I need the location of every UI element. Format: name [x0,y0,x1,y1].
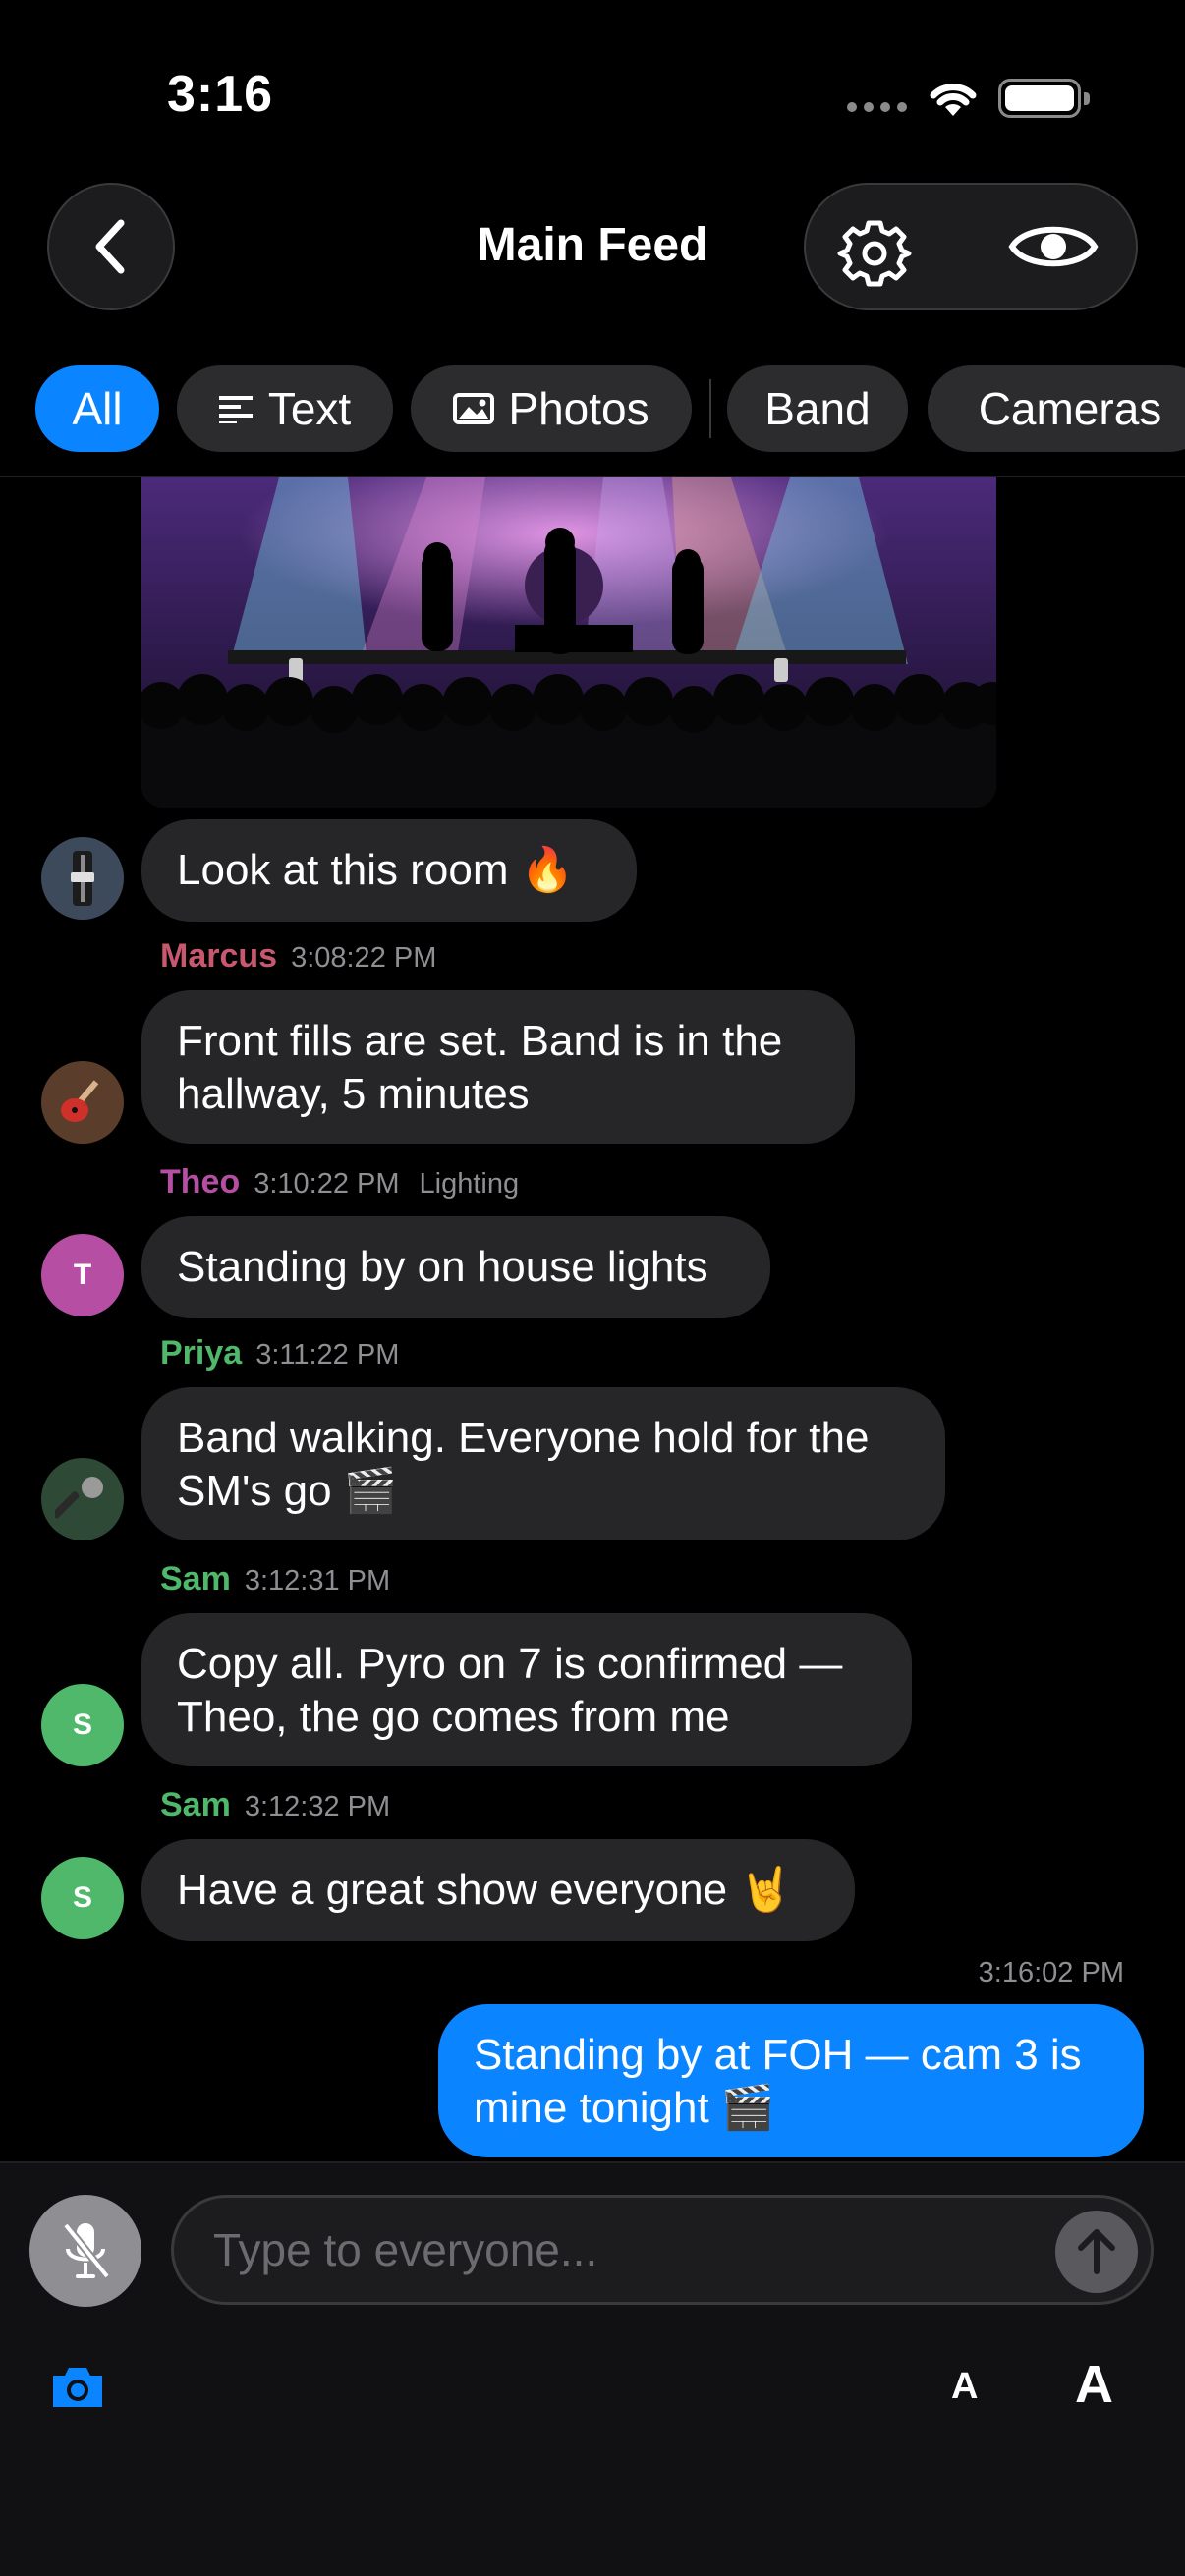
camera-icon[interactable] [49,2364,106,2409]
message-time: 3:11:22 PM [255,1339,400,1371]
filter-chip-label: Photos [508,383,649,434]
message-bubble[interactable]: Band walking. Everyone hold for the SM's… [141,1387,945,1540]
message-bubble[interactable]: Standing by on house lights [141,1216,770,1318]
cellular-signal-icon [847,102,907,112]
filter-chip-label: Band [764,383,871,434]
message-time: 3:16:02 PM [978,1957,1124,1988]
message-bubble[interactable]: Copy all. Pyro on 7 is confirmed — Theo,… [141,1613,912,1766]
message-text: Band walking. Everyone hold for the SM's… [177,1414,870,1515]
filter-chip-label: All [72,383,123,434]
photo-icon [453,393,495,424]
filter-chip-band[interactable]: Band [727,365,908,452]
message-meta: Sam 3:12:32 PM [160,1786,390,1824]
message-time: 3:12:31 PM [244,1565,391,1596]
avatar-initial: T [73,1259,92,1291]
message-meta: Sam 3:12:31 PM [160,1560,390,1598]
avatar[interactable] [41,1458,124,1540]
sender-name: Sam [160,1560,231,1597]
avatar-initial: S [72,1881,92,1914]
filter-chip-photos[interactable]: Photos [411,365,692,452]
filter-chip-label: Text [267,383,352,434]
fader-icon [71,851,94,906]
send-button[interactable] [1055,2211,1138,2293]
filter-chip-text[interactable]: Text [177,365,393,452]
message-bubble[interactable]: Front fills are set. Band is in the hall… [141,990,855,1144]
message-time: 3:08:22 PM [291,942,437,974]
message-text: Copy all. Pyro on 7 is confirmed — Theo,… [177,1640,843,1741]
concert-stage-image [141,477,996,808]
status-time: 3:16 [167,66,274,123]
mic-off-icon [62,2222,111,2279]
message-text: Have a great show everyone 🤘 [177,1866,794,1914]
sender-name: Sam [160,1786,231,1823]
avatar[interactable] [41,1061,124,1144]
filter-divider [709,379,711,438]
message-meta: Priya 3:11:22 PM [160,1334,399,1372]
filter-chip-label: Cameras [978,383,1162,434]
message-time: 3:12:32 PM [244,1791,391,1822]
avatar[interactable]: S [41,1857,124,1939]
status-bar: 3:16 [0,0,1185,167]
sender-name: Marcus [160,937,278,975]
my-message-bubble[interactable]: Standing by at FOH — cam 3 is mine tonig… [438,2004,1144,2157]
decrease-font-button[interactable]: A [951,2366,978,2408]
message-text: Look at this room 🔥 [177,846,575,894]
guitar-icon [61,1080,99,1122]
text-lines-icon [218,396,253,423]
avatar[interactable] [41,837,124,920]
arrow-up-icon [1078,2229,1115,2274]
eye-icon[interactable] [1008,216,1099,277]
message-bubble[interactable]: Have a great show everyone 🤘 [141,1839,855,1941]
message-time: 3:10:22 PM [254,1168,400,1200]
message-meta: Marcus 3:08:22 PM [160,937,436,976]
message-input[interactable] [213,2198,1078,2302]
sender-role: Lighting [419,1168,520,1200]
message-bubble[interactable]: Look at this room 🔥 [141,819,637,922]
avatar-initial: S [72,1708,92,1741]
message-text: Front fills are set. Band is in the hall… [177,1017,783,1118]
filter-chip-cameras[interactable]: Cameras [928,365,1185,452]
sender-name: Theo [160,1163,241,1201]
sender-name: Priya [160,1334,243,1372]
filter-chip-all[interactable]: All [35,365,159,452]
photo-message[interactable] [141,477,996,808]
message-meta: Theo 3:10:22 PM Lighting [160,1163,519,1202]
increase-font-button[interactable]: A [1075,2354,1113,2415]
message-input-field[interactable] [171,2195,1154,2305]
avatar[interactable]: S [41,1684,124,1766]
message-text: Standing by at FOH — cam 3 is mine tonig… [474,2031,1082,2132]
message-text: Standing by on house lights [177,1243,708,1291]
battery-icon [998,79,1090,118]
avatar[interactable]: T [41,1234,124,1316]
filter-bar: All Text Photos Band Cameras [35,365,1185,454]
gear-icon[interactable] [837,216,912,291]
mic-button[interactable] [29,2195,141,2307]
microphone-icon [55,1477,103,1519]
wifi-icon [930,84,977,116]
